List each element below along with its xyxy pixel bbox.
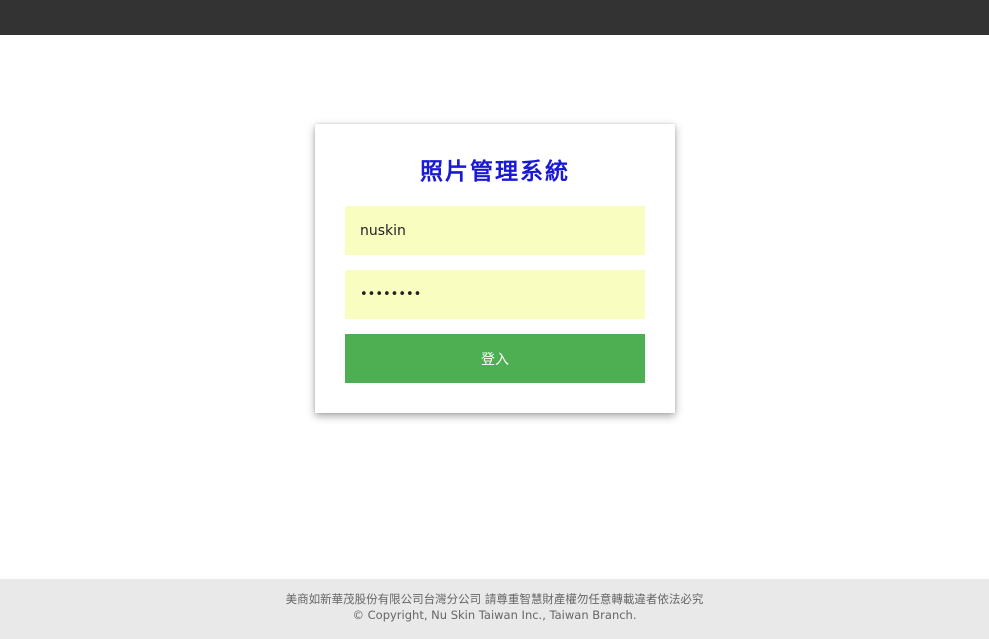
login-card: 照片管理系統 登入 <box>315 124 675 413</box>
password-field[interactable] <box>345 270 645 319</box>
login-button[interactable]: 登入 <box>345 334 645 383</box>
footer-copyright-notice: 美商如新華茂股份有限公司台灣分公司 請尊重智慧財產權勿任意轉載違者依法必究 <box>285 592 704 606</box>
username-field[interactable] <box>345 206 645 255</box>
footer: 美商如新華茂股份有限公司台灣分公司 請尊重智慧財產權勿任意轉載違者依法必究 © … <box>0 579 989 639</box>
footer-copyright: © Copyright, Nu Skin Taiwan Inc., Taiwan… <box>352 608 637 622</box>
page-title: 照片管理系統 <box>420 159 570 185</box>
top-bar <box>0 0 989 35</box>
